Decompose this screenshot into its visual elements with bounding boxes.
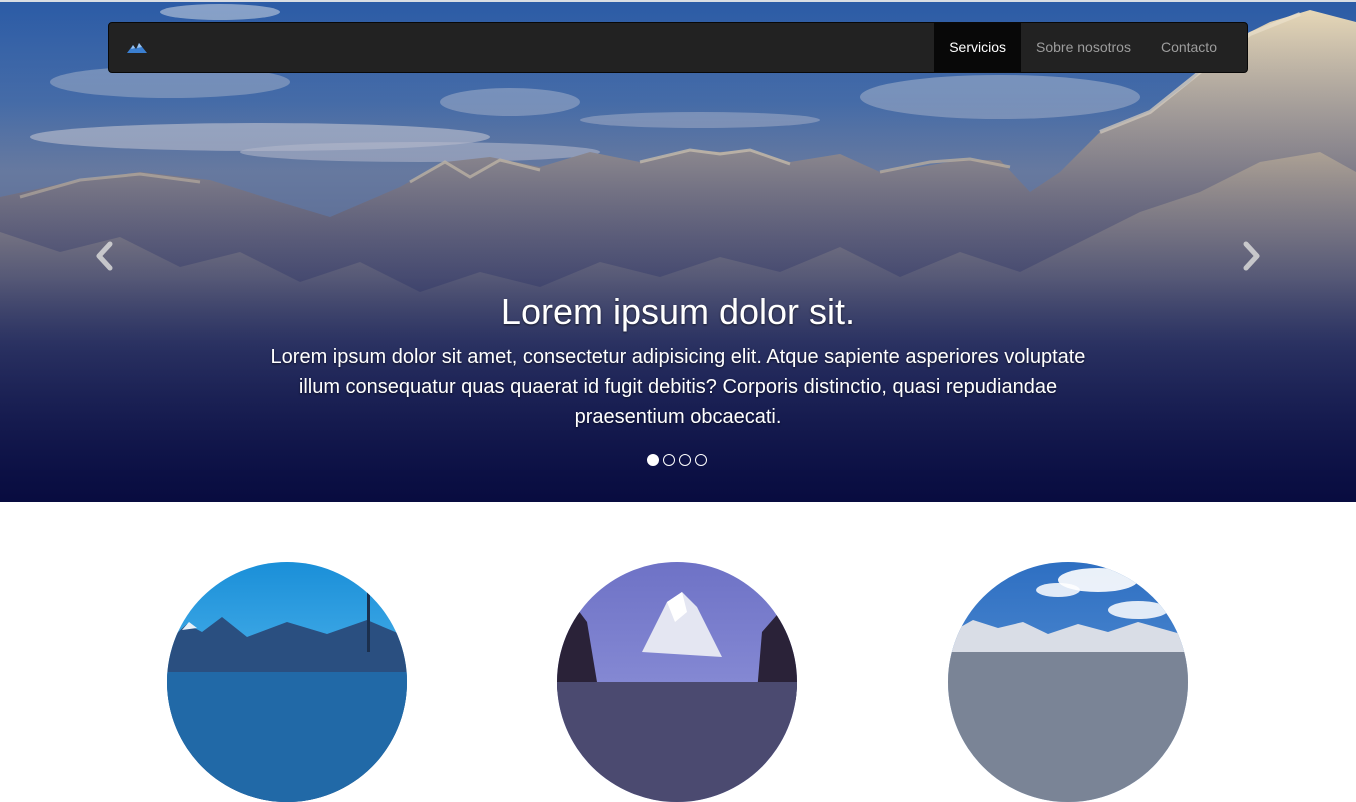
caption-text: Lorem ipsum dolor sit amet, consectetur …	[270, 346, 1086, 428]
features-section	[0, 502, 1356, 802]
carousel-prev-button[interactable]	[90, 236, 120, 276]
caption-title: Lorem ipsum dolor sit.	[500, 291, 856, 332]
purple-peak-image	[557, 562, 797, 802]
mountain-logo-icon[interactable]	[125, 37, 149, 59]
carousel-next-button[interactable]	[1236, 236, 1266, 276]
top-border	[0, 0, 1356, 2]
nav-item-servicios[interactable]: Servicios	[934, 22, 1021, 73]
carousel-indicator-1[interactable]	[647, 454, 659, 466]
carousel-indicator-4[interactable]	[695, 454, 707, 466]
carousel-indicators	[647, 454, 707, 468]
carousel-caption: Lorem ipsum dolor sit. Lorem ipsum dolor…	[270, 290, 1086, 432]
carousel-indicator-3[interactable]	[679, 454, 691, 466]
nav-item-sobre-nosotros[interactable]: Sobre nosotros	[1021, 22, 1146, 73]
navbar: Servicios Sobre nosotros Contacto	[108, 22, 1248, 73]
lake-mountain-image	[167, 562, 407, 802]
chevron-right-icon	[1243, 241, 1260, 271]
chevron-left-icon	[96, 241, 113, 271]
nav-item-contacto[interactable]: Contacto	[1146, 22, 1232, 73]
snowy-range-image	[948, 562, 1188, 802]
nav-menu: Servicios Sobre nosotros Contacto	[934, 22, 1232, 73]
carousel-indicator-2[interactable]	[663, 454, 675, 466]
